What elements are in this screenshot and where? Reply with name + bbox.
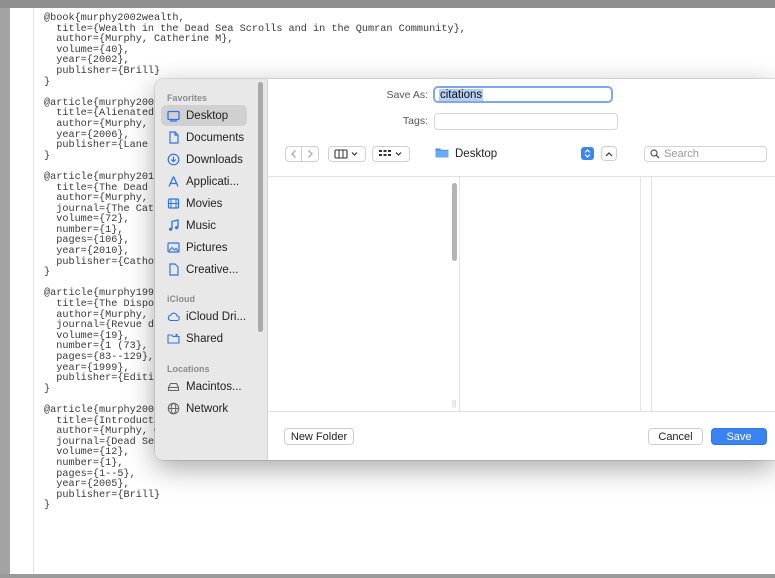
group-button[interactable]: [372, 146, 410, 162]
sidebar-item-network[interactable]: Network: [161, 398, 247, 419]
applications-icon: [167, 175, 180, 188]
shared-folder-icon: [167, 332, 180, 345]
chevron-left-icon: [290, 150, 296, 158]
sidebar-item-creative[interactable]: Creative...: [161, 259, 247, 280]
dialog-main: Save As: citations Tags: Desktop Search: [268, 79, 775, 460]
sidebar-scrollbar[interactable]: [258, 82, 263, 332]
column-divider[interactable]: [640, 177, 641, 411]
sidebar-item-desktop[interactable]: Desktop: [161, 105, 247, 126]
location-stepper-icon: [581, 147, 594, 160]
download-icon: [167, 153, 180, 166]
sidebar-item-label: Music: [186, 219, 217, 232]
sidebar-item-icloud-drive[interactable]: iCloud Dri...: [161, 306, 247, 327]
collapse-button[interactable]: [601, 146, 617, 161]
code-line: @book{murphy2002wealth,: [44, 13, 185, 24]
column-divider[interactable]: [459, 177, 460, 411]
photo-icon: [167, 241, 180, 254]
window-frame-top: [0, 0, 775, 8]
new-folder-button[interactable]: New Folder: [284, 428, 354, 445]
hard-drive-icon: [167, 380, 180, 393]
file-icon: [167, 263, 180, 276]
save-as-label: Save As:: [386, 89, 428, 101]
sidebar-item-label: Downloads: [186, 153, 243, 166]
sidebar-item-applications[interactable]: Applicati...: [161, 171, 247, 192]
sidebar-item-music[interactable]: Music: [161, 215, 247, 236]
view-columns-button[interactable]: [328, 146, 366, 162]
search-icon: [650, 149, 660, 159]
tags-label: Tags:: [402, 115, 428, 127]
sidebar-item-label: Documents: [186, 131, 245, 144]
cancel-button[interactable]: Cancel: [648, 428, 703, 445]
sidebar-item-movies[interactable]: Movies: [161, 193, 247, 214]
sidebar-header-favorites: Favorites: [167, 93, 208, 103]
tags-input[interactable]: [434, 113, 618, 130]
code-line: number={1},: [44, 457, 124, 469]
back-button[interactable]: [285, 146, 302, 162]
save-as-input[interactable]: citations: [433, 86, 613, 103]
sidebar-item-macintosh-hd[interactable]: Macintos...: [161, 376, 247, 397]
sidebar: Favorites Desktop Documents Downloads Ap…: [155, 79, 268, 460]
folder-icon: [435, 147, 449, 161]
column-divider[interactable]: [651, 177, 652, 411]
sidebar-item-label: iCloud Dri...: [186, 310, 247, 323]
sidebar-item-label: Applicati...: [186, 175, 240, 188]
sidebar-item-label: Pictures: [186, 241, 228, 254]
sidebar-item-pictures[interactable]: Pictures: [161, 237, 247, 258]
document-icon: [167, 131, 180, 144]
save-as-value: citations: [439, 88, 484, 101]
window-frame-bottom: [0, 574, 775, 578]
sidebar-item-label: Creative...: [186, 263, 239, 276]
sidebar-item-label: Network: [186, 402, 229, 415]
code-line: }: [44, 500, 51, 512]
sidebar-header-icloud: iCloud: [167, 294, 195, 304]
sidebar-item-label: Shared: [186, 332, 224, 345]
sidebar-item-label: Desktop: [186, 109, 229, 122]
file-browser[interactable]: ||: [268, 176, 775, 412]
sidebar-header-locations: Locations: [167, 364, 210, 374]
sidebar-item-label: Movies: [186, 197, 223, 210]
cloud-icon: [167, 310, 180, 323]
sidebar-item-shared[interactable]: Shared: [161, 328, 247, 349]
save-button[interactable]: Save: [711, 428, 767, 445]
window-frame-left: [0, 8, 10, 578]
forward-button[interactable]: [302, 146, 319, 162]
grid-icon: [379, 150, 402, 156]
sidebar-item-downloads[interactable]: Downloads: [161, 149, 247, 170]
sidebar-item-label: Macintos...: [186, 380, 242, 393]
chevron-up-icon: [605, 151, 613, 156]
save-dialog: Favorites Desktop Documents Downloads Ap…: [155, 79, 775, 460]
editor-gutter: [10, 8, 34, 574]
code-line: publisher={Brill}: [44, 489, 161, 501]
code-line: publisher={Brill}: [44, 65, 161, 77]
column-resize-grip[interactable]: ||: [452, 399, 456, 408]
search-placeholder: Search: [664, 148, 699, 160]
column-scrollbar[interactable]: [452, 183, 457, 261]
location-label: Desktop: [455, 148, 498, 160]
desktop-icon: [167, 109, 180, 122]
music-note-icon: [167, 219, 180, 232]
globe-icon: [167, 402, 180, 415]
film-icon: [167, 197, 180, 210]
search-field[interactable]: Search: [644, 146, 767, 162]
columns-view-icon: [334, 149, 358, 159]
chevron-right-icon: [308, 150, 313, 158]
location-popup[interactable]: Desktop: [433, 145, 617, 163]
sidebar-item-documents[interactable]: Documents: [161, 127, 247, 148]
